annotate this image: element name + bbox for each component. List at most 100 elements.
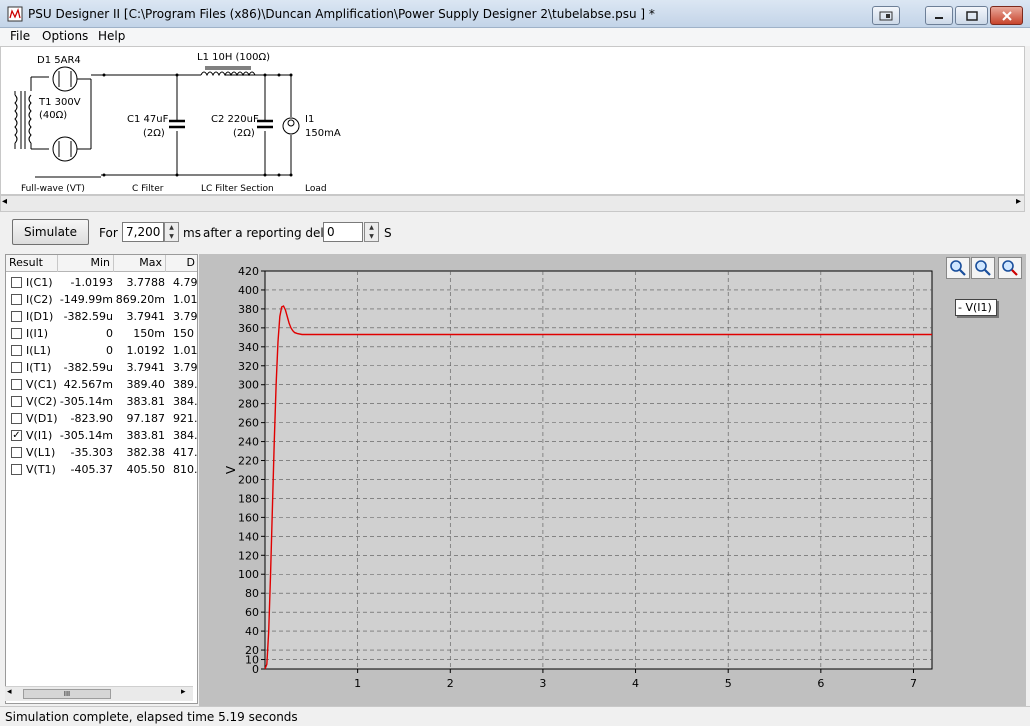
spin-down-icon[interactable]: ▼ [365,232,378,241]
result-checkbox[interactable] [11,345,22,356]
y-tick-label: 60 [245,606,259,619]
result-row[interactable]: V(C1) 42.567m 389.40 389. [6,376,197,393]
result-row[interactable]: I(T1) -382.59u 3.7941 3.79 [6,359,197,376]
result-max: 382.38 [126,446,166,459]
title-bar: PSU Designer II [C:\Program Files (x86)\… [0,0,1030,28]
col-result[interactable]: Result [6,255,58,272]
maximize-button[interactable] [955,6,988,25]
result-row[interactable]: I(L1) 0 1.0192 1.01 [6,342,197,359]
result-min: -823.90 [70,412,113,425]
results-table[interactable]: Result Min Max D I(C1) -1.0193 3.7788 4.79 I… [5,254,198,704]
scroll-right-icon[interactable]: ▸ [181,687,186,697]
schematic-horizontal-scrollbar[interactable]: ◂ ▸ [0,195,1025,212]
duration-stepper[interactable]: ▲ ▼ [164,222,179,242]
result-checkbox[interactable] [11,396,22,407]
result-max: 869.20m [115,293,165,306]
result-name: I(I1) [26,327,49,340]
result-row[interactable]: V(C2) -305.14m 383.81 384. [6,393,197,410]
zoom-out-button[interactable] [971,257,995,279]
section-fullwave: Full-wave (VT) [21,184,85,194]
result-name: I(C2) [26,293,53,306]
window-title: PSU Designer II [C:\Program Files (x86)\… [28,7,655,21]
result-checkbox[interactable] [11,362,22,373]
result-min: -382.59u [63,361,113,374]
c2-label: C2 220uF [211,114,259,125]
delay-stepper[interactable]: ▲ ▼ [364,222,379,242]
c1-resistance: (2Ω) [143,128,165,139]
result-name: V(L1) [26,446,56,459]
result-checkbox[interactable] [11,277,22,288]
y-tick-label: 340 [238,341,259,354]
zoom-in-button[interactable] [946,257,970,279]
result-checkbox[interactable] [11,413,22,424]
result-name: V(D1) [26,412,58,425]
y-tick-label: 360 [238,322,259,335]
result-row[interactable]: I(D1) -382.59u 3.7941 3.79 [6,308,197,325]
y-tick-label: 160 [238,511,259,524]
result-checkbox[interactable] [11,447,22,458]
result-checkbox[interactable] [11,294,22,305]
restore-view-button[interactable] [872,6,900,25]
spin-down-icon[interactable]: ▼ [165,232,178,241]
menu-options[interactable]: Options [40,29,90,43]
result-row[interactable]: ✓ V(I1) -305.14m 383.81 384. [6,427,197,444]
y-tick-label: 220 [238,455,259,468]
spin-up-icon[interactable]: ▲ [165,223,178,232]
section-c-filter: C Filter [132,184,164,194]
scroll-thumb[interactable]: III [23,689,111,699]
close-button[interactable] [990,6,1023,25]
chart-panel[interactable]: 0 10 20 40 60 80 100 120 140 160 180 200 220 240 260 28… [199,254,1026,706]
y-tick-label: 420 [238,265,259,278]
result-name: V(C2) [26,395,57,408]
result-checkbox[interactable] [11,464,22,475]
status-bar: Simulation complete, elapsed time 5.19 s… [0,706,1030,726]
simulate-button[interactable]: Simulate [12,219,89,245]
result-max: 3.7788 [126,276,166,289]
result-row[interactable]: I(C1) -1.0193 3.7788 4.79 [6,274,198,291]
col-min[interactable]: Min [58,255,114,272]
result-min: -305.14m [59,395,113,408]
result-delta: 150 [173,327,194,340]
y-tick-label: 100 [238,568,259,581]
zoom-reset-button[interactable] [998,257,1022,279]
c1-label: C1 47uF [127,114,169,125]
y-tick-label: 300 [238,379,259,392]
scroll-left-icon[interactable]: ◂ [2,196,7,207]
result-delta: 4.79 [173,276,198,289]
y-tick-label: 380 [238,303,259,316]
rectifier-label: D1 5AR4 [37,55,81,66]
scroll-right-icon[interactable]: ▸ [1016,196,1021,207]
spin-up-icon[interactable]: ▲ [365,223,378,232]
result-checkbox[interactable] [11,379,22,390]
result-min: 0 [106,344,113,357]
duration-field[interactable]: 7,200 [122,222,164,242]
delay-field[interactable]: 0 [323,222,363,242]
result-checkbox[interactable] [11,311,22,322]
schematic-panel[interactable]: D1 5AR4 T1 300V (40Ω) L1 10H (100Ω) C1 4… [0,46,1025,195]
result-row[interactable]: I(I1) 0 150m 150 [6,325,197,342]
inductor-label: L1 10H (100Ω) [197,52,271,63]
result-row[interactable]: V(T1) -405.37 405.50 810. [6,461,197,478]
scroll-left-icon[interactable]: ◂ [7,687,12,697]
result-delta: 921. [173,412,198,425]
results-horizontal-scrollbar[interactable]: ◂ III ▸ [5,686,193,701]
x-tick-label: 6 [817,677,824,690]
for-label: For [99,226,118,240]
result-checkbox[interactable] [11,328,22,339]
result-checkbox[interactable]: ✓ [11,430,22,441]
menu-file[interactable]: File [8,29,32,43]
y-tick-label: 20 [245,644,259,657]
y-tick-label: 400 [238,284,259,297]
minimize-button[interactable] [925,6,953,25]
col-delta[interactable]: D [166,255,197,272]
zoom-reset-icon [1002,260,1018,276]
result-delta: 1.01 [173,293,198,306]
legend-series-name: V(I1) [965,301,992,314]
result-row[interactable]: I(C2) -149.99m 869.20m 1.01 [6,291,198,308]
result-name: V(T1) [26,463,56,476]
menu-help[interactable]: Help [96,29,127,43]
result-name: V(I1) [26,429,53,442]
result-row[interactable]: V(D1) -823.90 97.187 921. [6,410,198,427]
col-max[interactable]: Max [114,255,166,272]
result-row[interactable]: V(L1) -35.303 382.38 417. [6,444,197,461]
